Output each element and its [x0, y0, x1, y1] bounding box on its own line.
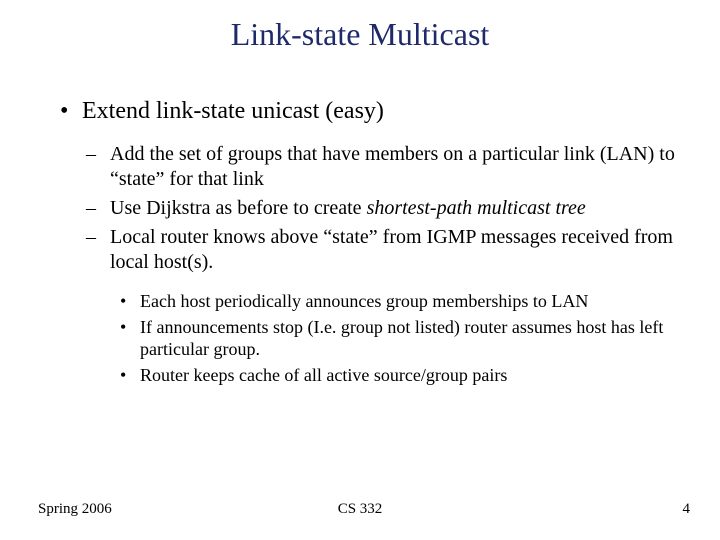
slide-title: Link-state Multicast	[0, 16, 720, 53]
bullet-announce-stop: If announcements stop (I.e. group not li…	[120, 316, 680, 361]
spacer	[60, 279, 680, 289]
slide-body: Extend link-state unicast (easy) Add the…	[60, 96, 680, 389]
bullet-extend: Extend link-state unicast (easy)	[60, 96, 680, 126]
bullet-dijkstra: Use Dijkstra as before to create shortes…	[86, 196, 680, 221]
bullet-add-groups: Add the set of groups that have members …	[86, 142, 680, 192]
footer-page-number: 4	[683, 501, 691, 518]
bullet-dijkstra-em: shortest-path multicast tree	[367, 197, 586, 219]
footer-course: CS 332	[0, 501, 720, 518]
slide: Link-state Multicast Extend link-state u…	[0, 0, 720, 540]
bullet-dijkstra-pre: Use Dijkstra as before to create	[110, 197, 367, 219]
bullet-router-cache: Router keeps cache of all active source/…	[120, 364, 680, 387]
bullet-host-announce: Each host periodically announces group m…	[120, 290, 680, 313]
bullet-local-router: Local router knows above “state” from IG…	[86, 225, 680, 275]
